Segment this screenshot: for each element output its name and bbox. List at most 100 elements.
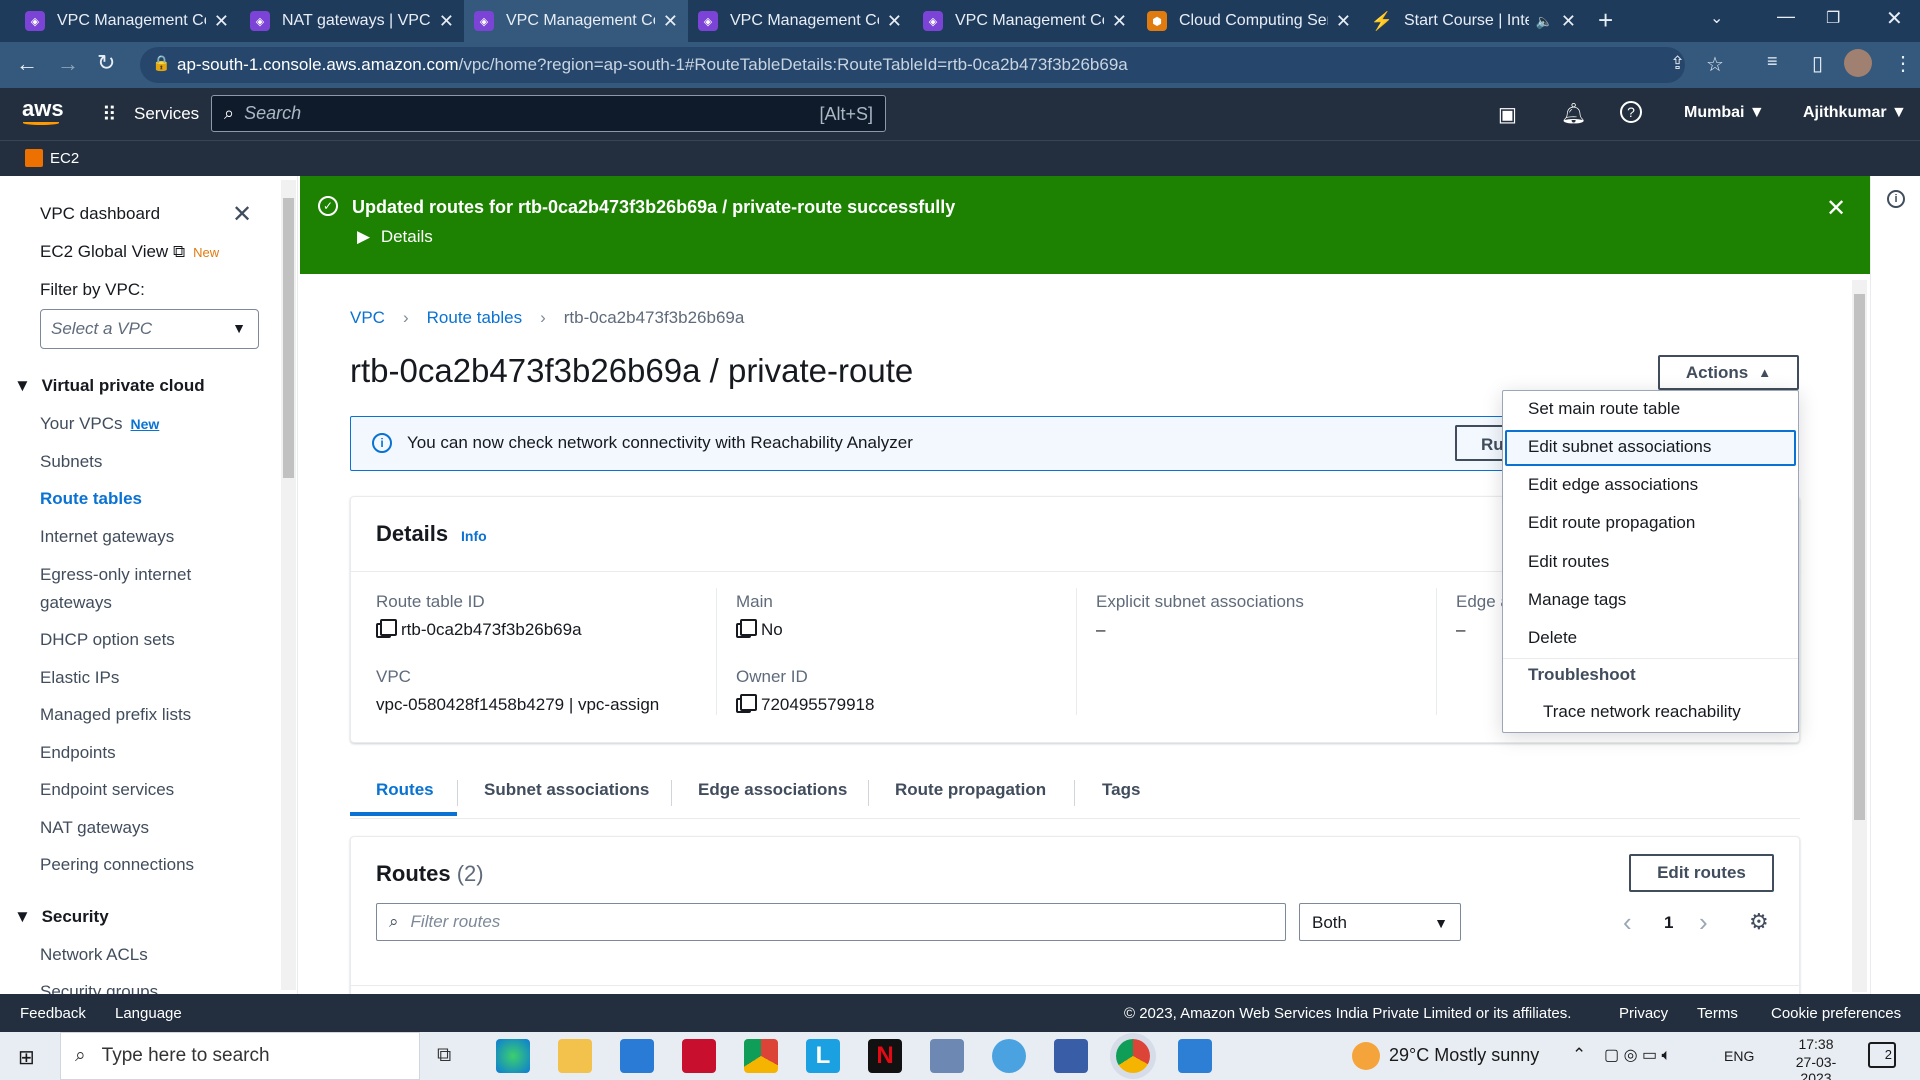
- close-tab-icon[interactable]: ✕: [439, 11, 454, 32]
- mail-icon[interactable]: [620, 1039, 654, 1073]
- browser-tab[interactable]: ⚡ Start Course | Inte 🔈 ✕: [1362, 0, 1586, 42]
- vpc-link[interactable]: vpc-0580428f1458b4279 | vpc-assign: [376, 695, 659, 715]
- tab-subnet-associations[interactable]: Subnet associations: [484, 780, 649, 800]
- cloudshell-icon[interactable]: ▣: [1498, 102, 1517, 127]
- input-language[interactable]: ENG: [1724, 1048, 1754, 1064]
- weather-sun-icon[interactable]: [1352, 1042, 1380, 1070]
- l-app-icon[interactable]: L: [806, 1039, 840, 1073]
- tab-edge-associations[interactable]: Edge associations: [698, 780, 847, 800]
- chrome-menu-icon[interactable]: ⋮: [1893, 51, 1913, 76]
- details-info-link[interactable]: Info: [461, 528, 487, 544]
- bookmark-star-icon[interactable]: ☆: [1706, 52, 1724, 77]
- sidebar-item-nat-gateways[interactable]: NAT gateways: [40, 818, 149, 838]
- section-virtual-private-cloud[interactable]: ▼ Virtual private cloud: [14, 376, 205, 396]
- profile-avatar[interactable]: [1844, 49, 1872, 77]
- tray-icons[interactable]: ▢ ◎ ▭ 🔈︎: [1604, 1045, 1671, 1065]
- sidebar-item-your-vpcs[interactable]: Your VPCs New: [40, 414, 159, 434]
- close-sidebar-icon[interactable]: ✕: [232, 200, 252, 229]
- sidebar-item-managed-prefix-lists[interactable]: Managed prefix lists: [40, 705, 191, 725]
- menu-set-main-route-table[interactable]: Set main route table: [1528, 399, 1680, 419]
- sidebar-scrollbar[interactable]: [281, 180, 296, 990]
- vpc-filter-select[interactable]: Select a VPC ▼: [40, 309, 259, 349]
- services-menu[interactable]: Services: [134, 104, 199, 124]
- netflix-icon[interactable]: N: [868, 1039, 902, 1073]
- close-tab-icon[interactable]: ✕: [1561, 11, 1576, 32]
- aws-logo[interactable]: aws: [22, 96, 64, 122]
- tab-tags[interactable]: Tags: [1102, 780, 1140, 800]
- page-number[interactable]: 1: [1664, 913, 1673, 933]
- weather-text[interactable]: 29°C Mostly sunny: [1389, 1045, 1539, 1066]
- dismiss-flash-icon[interactable]: ✕: [1826, 194, 1846, 223]
- browser-tab[interactable]: ◈ VPC Management Co ✕: [15, 0, 239, 42]
- copy-icon[interactable]: [736, 618, 757, 638]
- side-panel-icon[interactable]: ▯: [1812, 51, 1823, 76]
- breadcrumb-route-tables[interactable]: Route tables: [427, 308, 522, 328]
- edge-browser-icon[interactable]: [496, 1039, 530, 1073]
- copy-icon[interactable]: [736, 693, 757, 713]
- info-panel-icon[interactable]: i: [1887, 190, 1905, 208]
- language-link[interactable]: Language: [115, 1005, 182, 1022]
- close-tab-icon[interactable]: ✕: [1336, 11, 1351, 32]
- menu-edit-routes[interactable]: Edit routes: [1528, 552, 1609, 572]
- services-grid-icon[interactable]: ⠿: [102, 102, 117, 127]
- sidebar-item-elastic-ips[interactable]: Elastic IPs: [40, 668, 119, 688]
- sidebar-item-egress-only-gateways-line2[interactable]: gateways: [40, 593, 112, 613]
- internet-explorer-icon[interactable]: [992, 1039, 1026, 1073]
- menu-edit-subnet-associations[interactable]: Edit subnet associations: [1528, 437, 1711, 457]
- notifications-bell-icon[interactable]: 🔔︎: [1561, 101, 1586, 126]
- main-scrollbar[interactable]: [1852, 280, 1867, 992]
- terms-link[interactable]: Terms: [1697, 1005, 1738, 1022]
- edit-routes-button[interactable]: Edit routes: [1629, 854, 1774, 892]
- previous-page-icon[interactable]: ‹: [1623, 907, 1632, 938]
- menu-delete[interactable]: Delete: [1528, 628, 1577, 648]
- sidebar-item-egress-only-gateways[interactable]: Egress-only internet: [40, 565, 191, 585]
- sidebar-item-network-acls[interactable]: Network ACLs: [40, 945, 148, 965]
- search-input[interactable]: ⌕ Search [Alt+S]: [211, 95, 886, 132]
- browser-tab[interactable]: ◈ VPC Management Co ✕: [688, 0, 912, 42]
- copy-icon[interactable]: [376, 618, 397, 638]
- sidebar-item-endpoint-services[interactable]: Endpoint services: [40, 780, 174, 800]
- back-icon[interactable]: ←: [16, 51, 38, 77]
- sidebar-item-internet-gateways[interactable]: Internet gateways: [40, 527, 174, 547]
- sidebar-item-vpc-dashboard[interactable]: VPC dashboard: [40, 204, 160, 224]
- close-window-icon[interactable]: ✕: [1886, 6, 1903, 31]
- flash-details-toggle[interactable]: ▶ Details: [357, 227, 433, 247]
- region-selector[interactable]: Mumbai ▼: [1684, 104, 1765, 122]
- chrome-active-icon[interactable]: [1116, 1039, 1150, 1073]
- sidebar-item-peering-connections[interactable]: Peering connections: [40, 855, 194, 875]
- menu-manage-tags[interactable]: Manage tags: [1528, 590, 1626, 610]
- photos-icon[interactable]: [1178, 1039, 1212, 1073]
- forward-icon[interactable]: →: [57, 51, 79, 77]
- privacy-link[interactable]: Privacy: [1619, 1005, 1668, 1022]
- favorite-ec2[interactable]: EC2: [50, 150, 79, 167]
- browser-tab[interactable]: ◈NAT gateways | VPC M✕: [240, 0, 464, 42]
- close-tab-icon[interactable]: ✕: [214, 11, 229, 32]
- mcafee-icon[interactable]: [682, 1039, 716, 1073]
- tab-search-chevron-icon[interactable]: ⌄: [1710, 8, 1723, 28]
- file-explorer-icon[interactable]: [558, 1039, 592, 1073]
- url-bar[interactable]: 🔒 ap-south-1.console.aws.amazon.com/vpc/…: [140, 47, 1724, 83]
- sidebar-item-route-tables[interactable]: Route tables: [40, 489, 142, 509]
- network-app-icon[interactable]: [930, 1039, 964, 1073]
- reload-icon[interactable]: ↻: [97, 50, 115, 76]
- menu-edit-route-propagation[interactable]: Edit route propagation: [1528, 513, 1695, 533]
- route-type-select[interactable]: Both ▼: [1299, 903, 1461, 941]
- scrollbar-thumb[interactable]: [1854, 294, 1865, 820]
- minimize-icon[interactable]: —: [1777, 6, 1795, 27]
- tab-route-propagation[interactable]: Route propagation: [895, 780, 1046, 800]
- menu-edit-edge-associations[interactable]: Edit edge associations: [1528, 475, 1698, 495]
- cookie-preferences-link[interactable]: Cookie preferences: [1771, 1005, 1901, 1022]
- share-icon[interactable]: ⇪: [1670, 53, 1685, 74]
- clock[interactable]: 17:38 27-03-2023: [1784, 1036, 1848, 1080]
- section-security[interactable]: ▼ Security: [14, 907, 109, 927]
- breadcrumb-vpc[interactable]: VPC: [350, 308, 385, 328]
- settings-gear-icon[interactable]: ⚙: [1749, 909, 1769, 935]
- close-tab-icon[interactable]: ✕: [1112, 11, 1127, 32]
- tray-chevron-icon[interactable]: ⌃: [1572, 1045, 1586, 1065]
- restore-icon[interactable]: ❐: [1826, 8, 1840, 28]
- chrome-icon[interactable]: [744, 1039, 778, 1073]
- actions-button[interactable]: Actions ▲: [1658, 355, 1799, 390]
- remote-app-icon[interactable]: [1054, 1039, 1088, 1073]
- sidebar-item-dhcp-option-sets[interactable]: DHCP option sets: [40, 630, 175, 650]
- tab-routes[interactable]: Routes: [376, 780, 434, 800]
